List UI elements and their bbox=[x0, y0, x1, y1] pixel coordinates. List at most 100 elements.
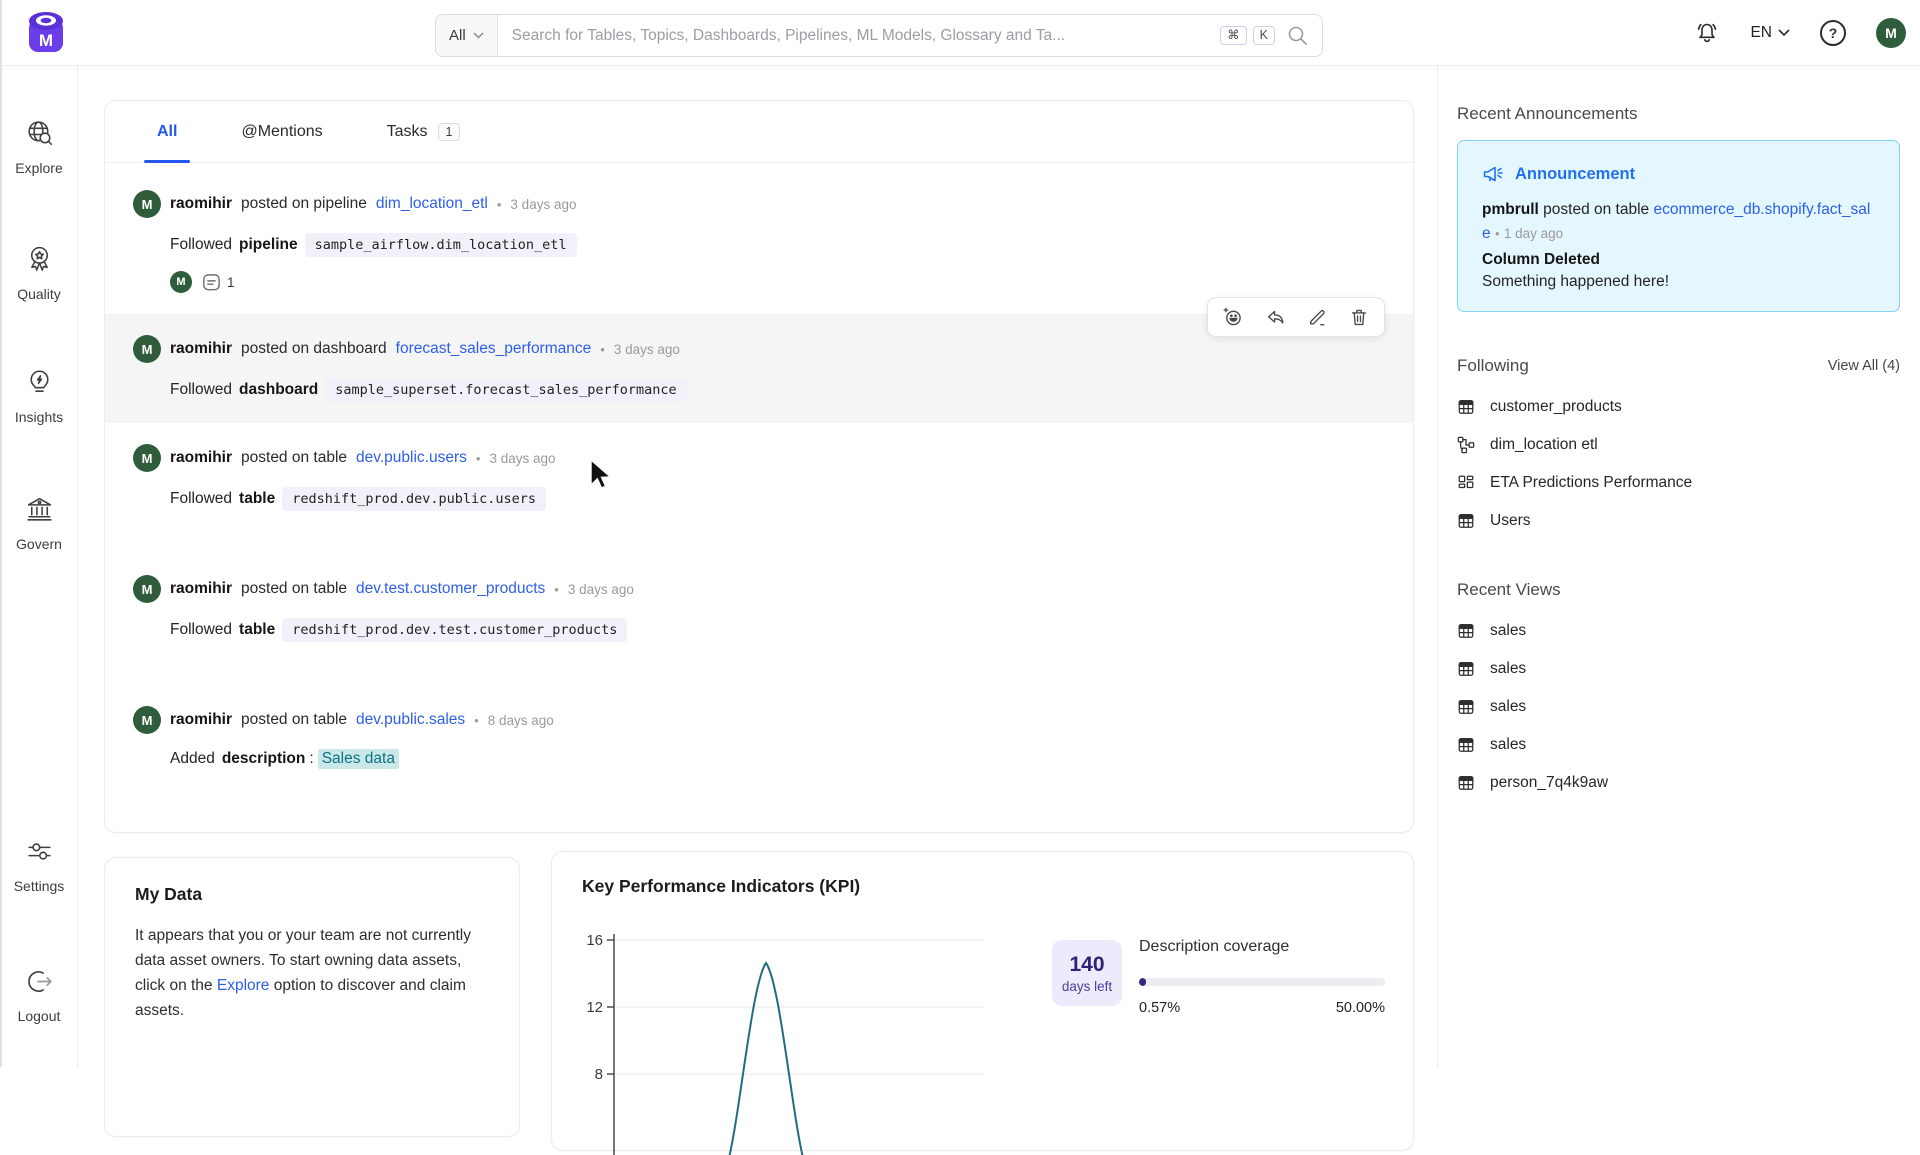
coverage-progress-fill bbox=[1139, 978, 1146, 986]
add-reaction-icon[interactable] bbox=[1223, 307, 1243, 327]
kpi-title: Key Performance Indicators (KPI) bbox=[582, 876, 1383, 897]
language-value: EN bbox=[1750, 24, 1772, 42]
following-item[interactable]: dim_location etl bbox=[1457, 426, 1900, 464]
sidebar-label: Insights bbox=[15, 409, 63, 425]
tab-tasks[interactable]: Tasks 1 bbox=[375, 101, 473, 162]
recent-view-item[interactable]: sales bbox=[1457, 650, 1900, 688]
announcement-label: Announcement bbox=[1515, 165, 1635, 184]
following-list: customer_products dim_location etl ETA P… bbox=[1457, 388, 1900, 540]
sidebar-label: Logout bbox=[18, 1008, 61, 1024]
help-icon[interactable]: ? bbox=[1820, 20, 1846, 46]
entity-link[interactable]: dev.public.sales bbox=[356, 711, 465, 729]
coverage-current: 0.57% bbox=[1139, 1000, 1180, 1016]
avatar: M bbox=[133, 444, 161, 472]
language-selector[interactable]: EN bbox=[1750, 24, 1790, 42]
announcement-title: Column Deleted bbox=[1482, 251, 1875, 269]
following-item[interactable]: ETA Predictions Performance bbox=[1457, 464, 1900, 502]
recent-view-item[interactable]: sales bbox=[1457, 688, 1900, 726]
following-item[interactable]: customer_products bbox=[1457, 388, 1900, 426]
top-bar: M All ⌘ K EN bbox=[0, 0, 1920, 66]
entity-link[interactable]: dev.test.customer_products bbox=[356, 580, 545, 598]
feed-item[interactable]: M raomihir posted on table dev.public.us… bbox=[105, 423, 1413, 532]
recent-views-list: sales sales sales sales person_7q4k9aw bbox=[1457, 612, 1900, 802]
feed-user: raomihir bbox=[170, 340, 232, 358]
avatar: M bbox=[133, 190, 161, 218]
window-edge bbox=[0, 0, 2, 1067]
entity-link[interactable]: forecast_sales_performance bbox=[396, 340, 592, 358]
entity-link[interactable]: dev.public.users bbox=[356, 449, 467, 467]
reply-icon[interactable] bbox=[1265, 307, 1285, 327]
y-tick-16: 16 bbox=[586, 932, 603, 949]
megaphone-icon bbox=[1482, 163, 1504, 185]
quality-medal-icon bbox=[24, 244, 55, 275]
table-icon bbox=[1457, 398, 1475, 416]
view-all-link[interactable]: View All (4) bbox=[1828, 358, 1900, 374]
feed-item[interactable]: M raomihir posted on table dev.test.cust… bbox=[105, 554, 1413, 663]
thread-count-button[interactable]: 1 bbox=[201, 272, 235, 293]
edit-icon[interactable] bbox=[1307, 307, 1327, 327]
recent-view-item[interactable]: person_7q4k9aw bbox=[1457, 764, 1900, 802]
feed-timestamp: 3 days ago bbox=[568, 582, 634, 597]
recent-view-item[interactable]: sales bbox=[1457, 612, 1900, 650]
tasks-count-badge: 1 bbox=[438, 123, 461, 141]
kbd-k: K bbox=[1253, 26, 1275, 45]
search-filter-dropdown[interactable]: All bbox=[436, 15, 498, 56]
feed-item-action-toolbar bbox=[1207, 297, 1385, 337]
search-input[interactable] bbox=[498, 27, 1220, 45]
my-data-text: It appears that you or your team are not… bbox=[135, 923, 489, 1023]
delete-icon[interactable] bbox=[1349, 307, 1369, 327]
following-item[interactable]: Users bbox=[1457, 502, 1900, 540]
notifications-bell-icon[interactable] bbox=[1694, 20, 1720, 46]
search-icon[interactable] bbox=[1287, 25, 1308, 46]
user-avatar[interactable]: M bbox=[1876, 18, 1906, 48]
govern-bank-icon bbox=[24, 494, 55, 525]
sidebar-item-quality[interactable]: Quality bbox=[0, 244, 78, 302]
feed-timestamp: 8 days ago bbox=[488, 713, 554, 728]
sidebar-item-logout[interactable]: Logout bbox=[0, 966, 78, 1024]
sidebar-item-insights[interactable]: Insights bbox=[0, 367, 78, 425]
avatar: M bbox=[133, 706, 161, 734]
app-logo-icon[interactable]: M bbox=[26, 10, 66, 56]
sidebar-item-explore[interactable]: Explore bbox=[0, 118, 78, 176]
entity-link[interactable]: dim_location_etl bbox=[376, 195, 488, 213]
description-highlight: Sales data bbox=[318, 749, 399, 769]
recent-views-header: Recent Views bbox=[1457, 580, 1900, 600]
feed-item[interactable]: M raomihir posted on table dev.public.sa… bbox=[105, 685, 1413, 790]
right-panel: Recent Announcements Announcement pmbrul… bbox=[1437, 66, 1920, 1067]
description-coverage: Description coverage 0.57% 50.00% bbox=[1139, 938, 1385, 1016]
avatar: M bbox=[133, 335, 161, 363]
coverage-progress-bar bbox=[1139, 978, 1385, 986]
sidebar-label: Govern bbox=[16, 536, 62, 552]
recent-announcements-header: Recent Announcements bbox=[1457, 104, 1900, 124]
explore-link[interactable]: Explore bbox=[217, 977, 270, 994]
recent-view-item[interactable]: sales bbox=[1457, 726, 1900, 764]
coverage-target: 50.00% bbox=[1336, 1000, 1385, 1016]
kpi-series-line bbox=[728, 963, 804, 1155]
comment-icon bbox=[201, 272, 222, 293]
announcement-card[interactable]: Announcement pmbrull posted on table eco… bbox=[1457, 140, 1900, 312]
sidebar-item-settings[interactable]: Settings bbox=[0, 836, 78, 894]
sidebar-item-govern[interactable]: Govern bbox=[0, 494, 78, 552]
dashboard-icon bbox=[1457, 474, 1475, 492]
fqn-chip: redshift_prod.dev.test.customer_products bbox=[282, 618, 627, 642]
feed-tabs: All @Mentions Tasks 1 bbox=[105, 101, 1413, 163]
reaction-avatar[interactable]: M bbox=[170, 271, 192, 293]
feed-item-hovered[interactable]: M raomihir posted on dashboard forecast_… bbox=[105, 314, 1413, 423]
kpi-line-chart: 16 12 8 bbox=[580, 910, 1010, 1155]
tab-all[interactable]: All bbox=[145, 101, 189, 162]
feed-timestamp: 3 days ago bbox=[614, 342, 680, 357]
feed-item[interactable]: M raomihir posted on pipeline dim_locati… bbox=[105, 169, 1413, 314]
tab-mentions[interactable]: @Mentions bbox=[229, 101, 334, 162]
feed-action: posted on table bbox=[241, 580, 347, 598]
feed-user: raomihir bbox=[170, 711, 232, 729]
pipeline-icon bbox=[1457, 436, 1475, 454]
activity-feed-card: All @Mentions Tasks 1 M raomihir posted … bbox=[104, 100, 1414, 833]
table-icon bbox=[1457, 736, 1475, 754]
feed-action: posted on table bbox=[241, 449, 347, 467]
my-data-title: My Data bbox=[135, 884, 489, 905]
explore-globe-icon bbox=[24, 118, 55, 149]
fqn-chip: sample_airflow.dim_location_etl bbox=[305, 233, 577, 257]
left-sidebar: Explore Quality Insights Govern bbox=[0, 66, 78, 1067]
search-filter-value: All bbox=[449, 27, 466, 44]
fqn-chip: sample_superset.forecast_sales_performan… bbox=[325, 378, 686, 402]
